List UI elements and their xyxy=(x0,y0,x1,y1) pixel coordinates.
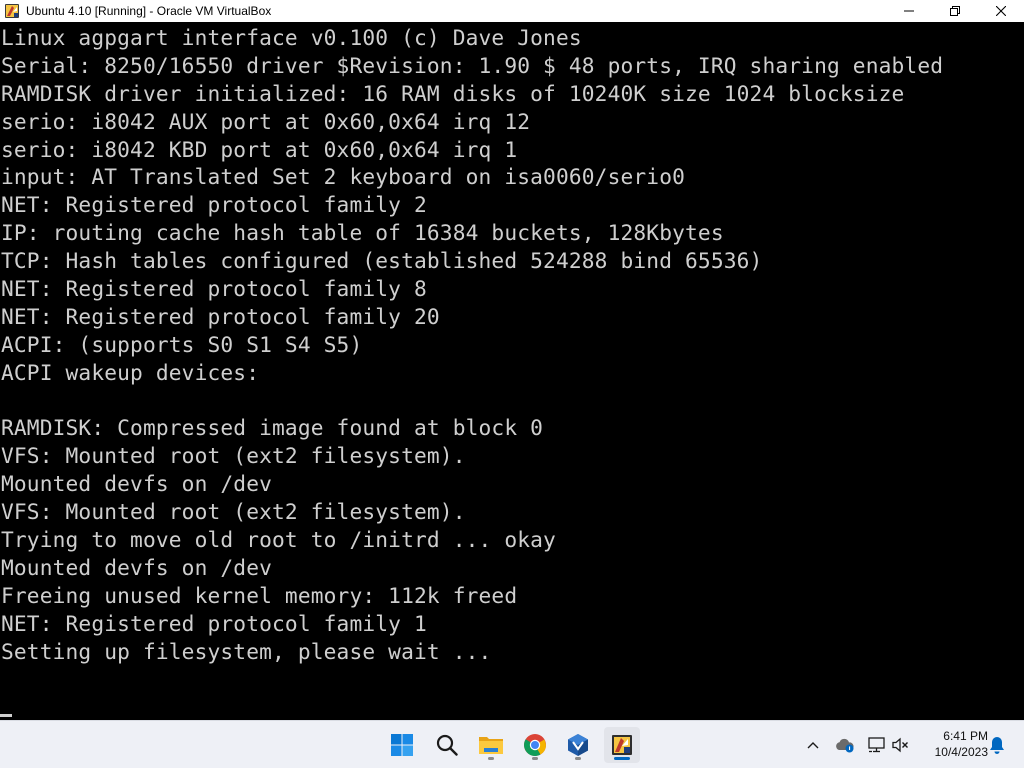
clock-date: 10/4/2023 xyxy=(934,745,988,759)
start-button[interactable] xyxy=(384,727,420,763)
window-controls xyxy=(886,0,1024,22)
show-hidden-icons-button[interactable] xyxy=(803,735,823,755)
system-clock[interactable]: 6:41 PM 10/4/2023 xyxy=(916,728,988,760)
boot-console-output: Linux agpgart interface v0.100 (c) Dave … xyxy=(1,24,943,665)
search-icon xyxy=(436,734,458,756)
console-line: TCP: Hash tables configured (established… xyxy=(1,248,763,274)
restore-icon xyxy=(950,6,960,16)
minimize-button[interactable] xyxy=(886,0,932,22)
minimize-icon xyxy=(904,10,914,12)
console-line: NET: Registered protocol family 20 xyxy=(1,303,440,329)
title-bar[interactable]: Ubuntu 4.10 [Running] - Oracle VM Virtua… xyxy=(0,0,1024,22)
active-indicator xyxy=(614,757,630,760)
chrome-icon xyxy=(524,734,546,756)
console-line: IP: routing cache hash table of 16384 bu… xyxy=(1,220,724,246)
file-explorer-button[interactable] xyxy=(473,727,509,763)
running-indicator xyxy=(532,757,538,760)
console-line: ACPI wakeup devices: xyxy=(1,359,260,385)
console-line: ACPI: (supports S0 S1 S4 S5) xyxy=(1,331,363,357)
speaker-muted-icon xyxy=(892,737,908,753)
taskbar: 6:41 PM 10/4/2023 xyxy=(0,720,1024,768)
onedrive-icon xyxy=(836,738,854,753)
console-line: RAMDISK driver initialized: 16 RAM disks… xyxy=(1,80,905,106)
notifications-button[interactable] xyxy=(987,735,1007,755)
console-line: Trying to move old root to /initrd ... o… xyxy=(1,527,556,553)
console-line: serio: i8042 AUX port at 0x60,0x64 irq 1… xyxy=(1,108,531,134)
vm-screen[interactable]: Linux agpgart interface v0.100 (c) Dave … xyxy=(0,22,1024,720)
virtualbox-vm-button[interactable] xyxy=(604,727,640,763)
console-line: Serial: 8250/16550 driver $Revision: 1.9… xyxy=(1,52,944,78)
bell-icon xyxy=(990,737,1004,754)
console-line: input: AT Translated Set 2 keyboard on i… xyxy=(1,164,686,190)
network-icon xyxy=(868,737,885,753)
console-line: NET: Registered protocol family 8 xyxy=(1,276,427,302)
search-button[interactable] xyxy=(429,727,465,763)
console-line: Setting up filesystem, please wait ... xyxy=(1,638,492,664)
virtualbox-window: Ubuntu 4.10 [Running] - Oracle VM Virtua… xyxy=(0,0,1024,720)
console-line: VFS: Mounted root (ext2 filesystem). xyxy=(1,499,466,525)
onedrive-button[interactable] xyxy=(835,735,855,755)
maximize-button[interactable] xyxy=(932,0,978,22)
start-icon xyxy=(391,734,413,756)
volume-button[interactable] xyxy=(891,735,911,755)
console-line: Freeing unused kernel memory: 112k freed xyxy=(1,582,518,608)
clock-time: 6:41 PM xyxy=(943,729,988,743)
chrome-button[interactable] xyxy=(517,727,553,763)
text-cursor xyxy=(0,714,12,717)
close-button[interactable] xyxy=(978,0,1024,22)
virtualbox-manager-icon xyxy=(568,734,588,756)
virtualbox-vm-icon xyxy=(612,735,632,755)
close-icon xyxy=(996,6,1006,16)
console-line: serio: i8042 KBD port at 0x60,0x64 irq 1 xyxy=(1,136,518,162)
console-line: RAMDISK: Compressed image found at block… xyxy=(1,415,544,441)
console-line: NET: Registered protocol family 2 xyxy=(1,192,427,218)
chevron-up-icon xyxy=(807,742,819,749)
console-line: NET: Registered protocol family 1 xyxy=(1,610,427,636)
window-title: Ubuntu 4.10 [Running] - Oracle VM Virtua… xyxy=(26,4,272,18)
console-line: Mounted devfs on /dev xyxy=(1,554,273,580)
running-indicator xyxy=(575,757,581,760)
console-line: VFS: Mounted root (ext2 filesystem). xyxy=(1,443,466,469)
network-button[interactable] xyxy=(867,735,887,755)
file-explorer-icon xyxy=(479,737,503,754)
running-indicator xyxy=(488,757,494,760)
console-line: Mounted devfs on /dev xyxy=(1,471,273,497)
console-line: Linux agpgart interface v0.100 (c) Dave … xyxy=(1,25,582,50)
virtualbox-manager-button[interactable] xyxy=(560,727,596,763)
virtualbox-app-icon xyxy=(4,3,20,19)
